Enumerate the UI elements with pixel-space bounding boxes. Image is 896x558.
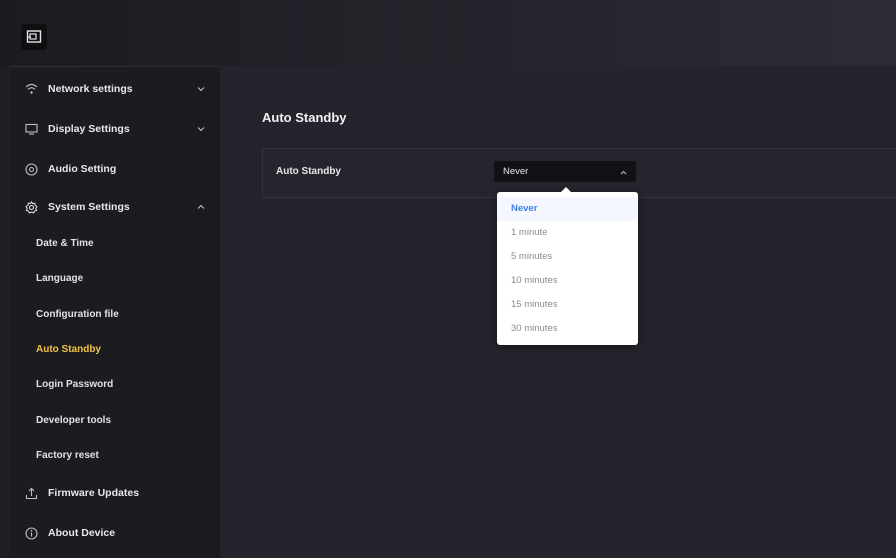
sidebar-item-audio[interactable]: Audio Setting [10, 151, 220, 187]
sidebar-item-label: Network settings [48, 83, 133, 95]
page-title: Auto Standby [262, 110, 347, 125]
sidebar-item-label: Display Settings [48, 123, 130, 135]
option-5-minutes[interactable]: 5 minutes [497, 245, 638, 269]
option-15-minutes[interactable]: 15 minutes [497, 293, 638, 317]
sidebar-subitem-developer-tools[interactable]: Developer tools [10, 405, 220, 435]
sidebar-subitem-label: Login Password [36, 378, 114, 390]
option-1-minute[interactable]: 1 minute [497, 221, 638, 245]
sidebar-subitem-factory-reset[interactable]: Factory reset [10, 440, 220, 470]
auto-standby-select[interactable]: Never [494, 161, 636, 182]
upload-icon [24, 486, 38, 500]
option-30-minutes[interactable]: 30 minutes [497, 317, 638, 341]
top-bar [0, 0, 896, 66]
chevron-down-icon [196, 124, 206, 134]
sidebar-item-system[interactable]: System Settings [10, 189, 220, 225]
sidebar-subitem-auto-standby[interactable]: Auto Standby [10, 334, 220, 364]
dropdown-arrow [561, 187, 571, 192]
option-label: 5 minutes [511, 251, 553, 262]
chevron-down-icon [196, 84, 206, 94]
option-never[interactable]: Never [497, 197, 638, 221]
sidebar-subitem-language[interactable]: Language [10, 263, 220, 293]
chevron-up-icon [196, 202, 206, 212]
info-icon [24, 526, 38, 540]
setting-label: Auto Standby [276, 166, 341, 177]
wifi-icon [24, 82, 38, 96]
sidebar: Network settings Display Settings Audio … [10, 66, 220, 558]
app-logo [21, 24, 47, 50]
option-10-minutes[interactable]: 10 minutes [497, 269, 638, 293]
sidebar-subitem-label: Auto Standby [36, 343, 101, 355]
audio-icon [24, 162, 38, 176]
sidebar-item-display[interactable]: Display Settings [10, 111, 220, 147]
screen-cast-icon [26, 30, 42, 43]
sidebar-subitem-label: Developer tools [36, 414, 112, 426]
sidebar-item-firmware[interactable]: Firmware Updates [10, 475, 220, 511]
gear-icon [24, 200, 38, 214]
sidebar-subitem-date-time[interactable]: Date & Time [10, 228, 220, 258]
sidebar-subitem-label: Language [36, 272, 84, 284]
chevron-up-icon [618, 167, 628, 177]
sidebar-subitem-label: Date & Time [36, 237, 94, 249]
monitor-icon [24, 122, 38, 136]
sidebar-item-about[interactable]: About Device [10, 515, 220, 551]
sidebar-item-network[interactable]: Network settings [10, 71, 220, 107]
sidebar-item-label: About Device [48, 527, 116, 539]
sidebar-subitem-login-password[interactable]: Login Password [10, 369, 220, 399]
sidebar-subitem-label: Factory reset [36, 449, 99, 461]
sidebar-subitem-label: Configuration file [36, 308, 119, 320]
option-label: 30 minutes [511, 323, 558, 334]
auto-standby-dropdown: Never 1 minute 5 minutes 10 minutes 15 m… [497, 187, 638, 345]
option-label: 1 minute [511, 227, 548, 238]
sidebar-item-label: Firmware Updates [48, 487, 140, 499]
sidebar-subitem-configuration-file[interactable]: Configuration file [10, 299, 220, 329]
sidebar-item-label: Audio Setting [48, 163, 117, 175]
sidebar-divider [10, 66, 220, 67]
option-label: 10 minutes [511, 275, 558, 286]
select-value: Never [503, 166, 529, 177]
option-label: Never [511, 203, 538, 214]
sidebar-item-label: System Settings [48, 201, 130, 213]
option-label: 15 minutes [511, 299, 558, 310]
